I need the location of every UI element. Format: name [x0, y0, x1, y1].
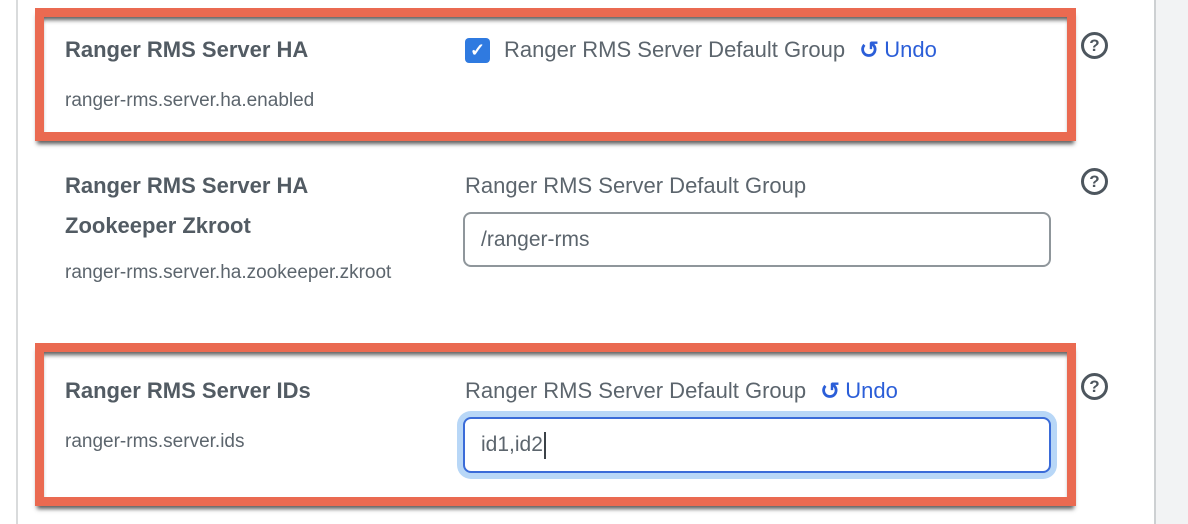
config-title: Ranger RMS Server HA Zookeeper Zkroot [65, 166, 395, 246]
undo-icon: ↺ [820, 379, 840, 403]
panel-left-border [16, 0, 18, 524]
role-group-label: Ranger RMS Server Default Group [465, 371, 806, 411]
input-value: id1,id2 [481, 433, 543, 457]
help-icon[interactable]: ? [1081, 32, 1108, 59]
config-title: Ranger RMS Server HA [65, 30, 405, 70]
control-line: Ranger RMS Server Default Group [465, 166, 806, 206]
server-ids-input[interactable]: id1,id2 [463, 417, 1051, 473]
highlight-box [35, 8, 1076, 141]
check-icon: ✓ [470, 40, 485, 61]
property-name: ranger-rms.server.ha.enabled [65, 82, 395, 119]
help-icon[interactable]: ? [1081, 373, 1108, 400]
ha-enabled-checkbox[interactable]: ✓ [465, 38, 490, 63]
zkroot-input[interactable]: /ranger-rms [463, 212, 1051, 267]
undo-button[interactable]: ↺ Undo [820, 378, 898, 404]
undo-button[interactable]: ↺ Undo [859, 37, 937, 63]
undo-icon: ↺ [859, 38, 879, 62]
control-line: Ranger RMS Server Default Group ↺ Undo [465, 371, 898, 411]
input-value: /ranger-rms [481, 228, 590, 252]
role-group-label: Ranger RMS Server Default Group [504, 30, 845, 70]
undo-label: Undo [845, 378, 898, 404]
help-icon[interactable]: ? [1081, 168, 1108, 195]
property-name: ranger-rms.server.ha.zookeeper.zkroot [65, 254, 395, 291]
property-name: ranger-rms.server.ids [65, 423, 395, 460]
control-line: ✓ Ranger RMS Server Default Group ↺ Undo [465, 30, 937, 70]
undo-label: Undo [884, 37, 937, 63]
right-gutter [1154, 0, 1188, 524]
text-cursor [544, 432, 546, 459]
config-page: Ranger RMS Server HA ranger-rms.server.h… [0, 0, 1188, 524]
config-title: Ranger RMS Server IDs [65, 371, 405, 411]
role-group-label: Ranger RMS Server Default Group [465, 166, 806, 206]
